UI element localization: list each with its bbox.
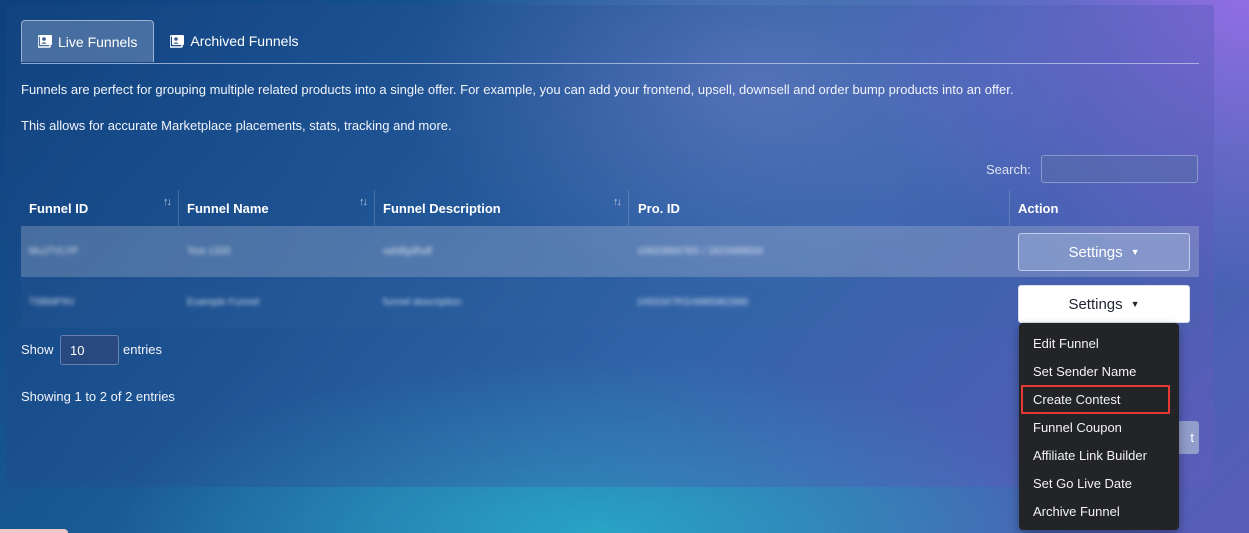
settings-dropdown-menu: Edit Funnel Set Sender Name Create Conte… (1019, 323, 1179, 530)
entries-select[interactable]: 10 (60, 335, 119, 365)
id-card-icon (38, 35, 52, 48)
tab-live-funnels[interactable]: Live Funnels (21, 20, 155, 62)
column-header-funnel-name[interactable]: Funnel Name ↑↓ (179, 190, 375, 226)
column-header-funnel-description[interactable]: Funnel Description ↑↓ (375, 190, 629, 226)
caret-down-icon: ▼ (1130, 247, 1140, 257)
sort-icon: ↑↓ (613, 196, 622, 208)
table-info: Showing 1 to 2 of 2 entries (21, 389, 175, 404)
corner-decoration (0, 529, 68, 533)
id-card-icon (170, 34, 185, 48)
settings-button-label: Settings (1068, 243, 1123, 261)
settings-button[interactable]: Settings ▼ (1018, 233, 1190, 271)
next-page-button-label: t (1190, 430, 1194, 445)
table-header: Funnel ID ↑↓ Funnel Name ↑↓ Funnel Descr… (21, 190, 1199, 226)
settings-button-label: Settings (1068, 295, 1123, 313)
menu-item-archive-funnel[interactable]: Archive Funnel (1033, 504, 1120, 519)
menu-item-edit-funnel[interactable]: Edit Funnel (1033, 336, 1099, 351)
column-header-pro-id[interactable]: Pro. ID (629, 190, 1010, 226)
menu-item-set-sender-name[interactable]: Set Sender Name (1033, 364, 1136, 379)
search-label: Search: (986, 162, 1031, 177)
funnel-name-cell: Test 1333 (187, 246, 231, 257)
entries-select-value: 10 (70, 342, 85, 358)
pro-id-cell: 2493347RS/4885982886 (637, 297, 749, 308)
highlight-box (1021, 385, 1170, 414)
entries-label: entries (123, 342, 163, 357)
menu-item-funnel-coupon[interactable]: Funnel Coupon (1033, 420, 1122, 435)
funnel-id-cell: MuJ7VLYP (29, 246, 79, 257)
sort-icon: ↑↓ (163, 196, 172, 208)
search-input[interactable] (1041, 155, 1198, 183)
menu-item-affiliate-link-builder[interactable]: Affiliate Link Builder (1033, 448, 1147, 463)
tab-live-funnels-label: Live Funnels (58, 33, 138, 50)
intro-text-2: This allows for accurate Marketplace pla… (21, 118, 452, 133)
funnel-name-cell: Example Funnel (187, 297, 260, 308)
show-label: Show (21, 342, 54, 357)
funnel-tabs: Live Funnels Archived Funnels (21, 20, 1199, 64)
funnel-description-cell: funnel description (383, 297, 462, 308)
intro-text-1: Funnels are perfect for grouping multipl… (21, 82, 1014, 97)
caret-down-icon: ▼ (1130, 299, 1140, 309)
sort-icon: ↑↓ (359, 196, 368, 208)
column-header-funnel-id[interactable]: Funnel ID ↑↓ (21, 190, 179, 226)
pro-id-cell: 1683398478S / 1823489934 (637, 246, 764, 257)
funnel-id-cell: T5BMP9V (29, 297, 75, 308)
funnel-description-cell: safdfgdfsdf (383, 246, 432, 257)
tab-archived-funnels-label: Archived Funnels (190, 33, 299, 49)
settings-button[interactable]: Settings ▼ (1018, 285, 1190, 323)
tab-archived-funnels[interactable]: Archived Funnels (154, 20, 314, 62)
column-header-action: Action (1018, 200, 1059, 216)
menu-item-set-go-live-date[interactable]: Set Go Live Date (1033, 476, 1132, 491)
